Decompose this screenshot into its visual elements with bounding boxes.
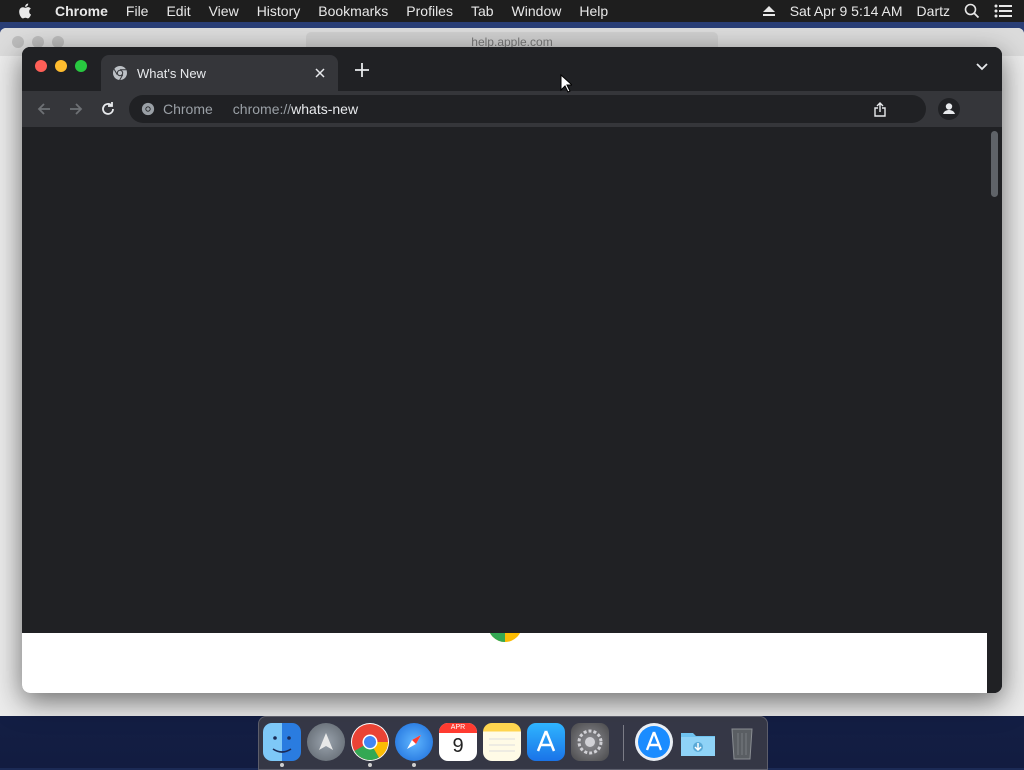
new-tab-button[interactable] [353, 61, 371, 79]
chrome-icon[interactable] [351, 723, 389, 761]
chrome-running-indicator [368, 763, 372, 767]
menu-view[interactable]: View [200, 0, 248, 22]
tab-strip: What's New [22, 47, 1002, 91]
menu-help[interactable]: Help [570, 0, 617, 22]
trash-icon[interactable] [723, 723, 761, 761]
menu-file[interactable]: File [117, 0, 158, 22]
eject-icon[interactable] [762, 5, 776, 17]
menu-window[interactable]: Window [503, 0, 571, 22]
menu-bar: Chrome File Edit View History Bookmarks … [0, 0, 1024, 22]
mouse-cursor-icon [560, 73, 574, 98]
app-store-icon[interactable] [527, 723, 565, 761]
omnibox-url-path: whats-new [291, 101, 359, 117]
menu-edit[interactable]: Edit [157, 0, 199, 22]
share-icon[interactable] [874, 101, 886, 117]
menubar-clock[interactable]: Sat Apr 9 5:14 AM [790, 3, 903, 19]
back-button[interactable] [30, 95, 58, 123]
scrollbar-thumb[interactable] [991, 131, 998, 197]
menu-profiles[interactable]: Profiles [397, 0, 462, 22]
reload-button[interactable] [94, 95, 122, 123]
safari-running-indicator [412, 763, 416, 767]
page-content [22, 127, 987, 635]
forward-arrow-icon [70, 103, 83, 115]
reload-icon [102, 102, 114, 115]
page-scrollbar[interactable] [987, 127, 1002, 693]
menu-bookmarks[interactable]: Bookmarks [309, 0, 397, 22]
back-arrow-icon [37, 103, 50, 115]
menubar-user[interactable]: Dartz [917, 3, 950, 19]
dock-separator [623, 725, 624, 761]
chrome-logo-icon [487, 633, 523, 643]
spotlight-search-icon[interactable] [964, 3, 980, 19]
browser-toolbar: Chrome chrome:// whats-new [22, 91, 1002, 127]
notes-icon[interactable] [483, 723, 521, 761]
chrome-favicon-icon [112, 65, 128, 81]
notification-center-icon[interactable] [994, 4, 1012, 18]
tab-close-icon[interactable] [312, 65, 328, 81]
downloads-folder-icon[interactable] [679, 723, 717, 761]
minimize-window-button[interactable] [55, 60, 67, 72]
system-preferences-icon[interactable] [571, 723, 609, 761]
apple-menu-icon[interactable] [18, 3, 34, 19]
safari-icon[interactable] [395, 723, 433, 761]
app-store-icon[interactable] [635, 723, 673, 761]
menu-tab[interactable]: Tab [462, 0, 503, 22]
forward-button[interactable] [62, 95, 90, 123]
tab-whats-new[interactable]: What's New [101, 55, 338, 91]
chrome-window: What's New Chrome chrome:// whats-new [22, 47, 1002, 693]
omnibox-url-scheme: chrome:// [232, 101, 292, 117]
calendar-icon[interactable]: APR 9 [439, 723, 477, 761]
close-window-button[interactable] [35, 60, 47, 72]
menu-history[interactable]: History [248, 0, 310, 22]
calendar-month: APR [439, 723, 477, 733]
profile-avatar-icon[interactable] [938, 98, 960, 120]
tab-title: What's New [137, 65, 206, 81]
launchpad-icon[interactable] [307, 723, 345, 761]
calendar-day: 9 [452, 735, 464, 757]
finder-icon[interactable] [263, 723, 301, 761]
omnibox[interactable]: Chrome chrome:// whats-new [129, 95, 926, 123]
zoom-window-button[interactable] [75, 60, 87, 72]
menu-app-name[interactable]: Chrome [46, 0, 117, 22]
dock: APR 9 [258, 716, 768, 770]
omnibox-chip-label: Chrome [163, 101, 213, 117]
tab-search-chevron-icon[interactable] [976, 63, 988, 71]
chrome-page-icon [141, 102, 155, 116]
finder-running-indicator [280, 763, 284, 767]
